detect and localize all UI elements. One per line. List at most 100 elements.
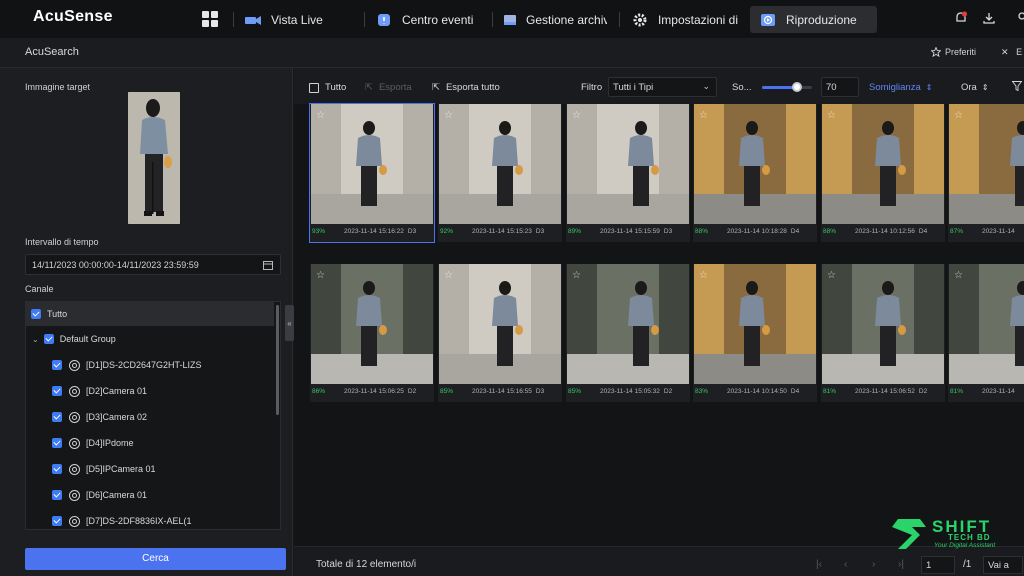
result-thumbnail[interactable]: [949, 264, 1024, 384]
channel-item[interactable]: [D7]DS-2DF8836IX-AEL(1: [26, 509, 274, 529]
checkbox[interactable]: [52, 412, 62, 422]
select-all-checkbox[interactable]: Tutto: [309, 82, 346, 93]
next-page-button[interactable]: ›: [872, 559, 875, 570]
result-card[interactable]: ☆ 83% 2023-11-14 10:14:50 D4: [693, 264, 817, 402]
similarity-percent: 81%: [823, 388, 837, 395]
prev-page-button[interactable]: ‹: [844, 559, 847, 570]
tab-centro-eventi[interactable]: Centro eventi: [375, 6, 473, 33]
result-meta: 85% 2023-11-14 15:05:32 D2: [568, 388, 690, 395]
goto-page-input[interactable]: Vai a: [983, 556, 1023, 574]
time-range-input[interactable]: 14/11/2023 00:00:00-14/11/2023 23:59:59: [25, 254, 281, 275]
result-card[interactable]: ☆ 86% 2023-11-14 15:06:25 D2: [310, 264, 434, 402]
result-thumbnail[interactable]: [567, 264, 689, 384]
funnel-filter-icon[interactable]: [1012, 81, 1022, 91]
export-button[interactable]: ⇱ Esporta: [365, 82, 412, 93]
favorite-star-icon[interactable]: ☆: [444, 110, 453, 121]
result-thumbnail[interactable]: [822, 104, 944, 224]
export-all-button[interactable]: ⇱ Esporta tutto: [432, 82, 500, 93]
first-page-button[interactable]: |‹: [816, 559, 822, 570]
sort-similarity-button[interactable]: Somiglianza ⇕: [869, 82, 932, 93]
tab-impostazioni[interactable]: Impostazioni di: [632, 6, 738, 33]
channel-item[interactable]: [D5]IPCamera 01: [26, 457, 274, 481]
chevron-down-icon[interactable]: ⌄: [32, 335, 39, 344]
result-card[interactable]: ☆ 85% 2023-11-14 15:05:32 D2: [566, 264, 690, 402]
favorite-star-icon[interactable]: ☆: [699, 110, 708, 121]
result-thumbnail[interactable]: [567, 104, 689, 224]
result-thumbnail[interactable]: [694, 264, 816, 384]
channel-item[interactable]: [D3]Camera 02: [26, 405, 274, 429]
checkbox[interactable]: [52, 516, 62, 526]
tab-label: Gestione archivi: [526, 12, 607, 27]
similarity-threshold-input[interactable]: 70: [821, 77, 859, 97]
chevron-down-icon: ⌄: [702, 81, 710, 91]
result-thumbnail[interactable]: [439, 264, 561, 384]
result-card[interactable]: ☆ 92% 2023-11-14 15:15:23 D3: [438, 104, 562, 242]
user-icon[interactable]: [1014, 10, 1024, 26]
channel-item[interactable]: [D2]Camera 01: [26, 379, 274, 403]
result-thumbnail[interactable]: [439, 104, 561, 224]
result-channel: D4: [918, 228, 928, 235]
result-card[interactable]: ☆ 89% 2023-11-14 15:15:59 D3: [566, 104, 690, 242]
filter-select[interactable]: Tutti i Tipi ⌄: [608, 77, 717, 97]
results-grid: ☆ 93% 2023-11-14 15:16:22 D3 ☆ 92% 2023-11-14 …: [294, 103, 1024, 546]
result-card[interactable]: ☆ 87% 2023-11-14: [948, 104, 1024, 242]
favorite-star-icon[interactable]: ☆: [316, 270, 325, 281]
slider-handle[interactable]: [792, 82, 802, 92]
app-grid-icon[interactable]: [202, 11, 218, 27]
notification-bell-icon[interactable]: [953, 10, 969, 26]
favorite-star-icon[interactable]: ☆: [954, 110, 963, 121]
tab-vista-live[interactable]: Vista Live: [244, 6, 323, 33]
favorite-star-icon[interactable]: ☆: [827, 110, 836, 121]
checkbox[interactable]: [52, 464, 62, 474]
ip-camera-icon: [69, 437, 80, 449]
favorite-star-icon[interactable]: ☆: [316, 110, 325, 121]
sort-time-button[interactable]: Ora ⇕: [961, 82, 989, 93]
favorite-star-icon[interactable]: ☆: [954, 270, 963, 281]
result-meta: 89% 2023-11-14 15:15:59 D3: [568, 228, 690, 235]
checkbox[interactable]: [52, 438, 62, 448]
favorites-button[interactable]: Preferiti: [931, 47, 976, 57]
last-page-button[interactable]: ›|: [898, 559, 904, 570]
favorite-star-icon[interactable]: ☆: [699, 270, 708, 281]
channel-item[interactable]: [D1]DS-2CD2647G2HT-LIZS: [26, 353, 274, 377]
result-thumbnail[interactable]: [822, 264, 944, 384]
channel-group-default[interactable]: ⌄ Default Group: [26, 327, 274, 351]
result-timestamp: 2023-11-14 15:06:52: [855, 388, 915, 395]
download-icon[interactable]: [981, 10, 997, 26]
result-thumbnail[interactable]: [694, 104, 816, 224]
collapse-panel-button[interactable]: «: [285, 305, 294, 341]
result-meta: 88% 2023-11-14 10:12:56 D4: [823, 228, 945, 235]
checkbox[interactable]: [52, 360, 62, 370]
exit-button[interactable]: ✕ E: [1001, 47, 1022, 58]
result-card[interactable]: ☆ 93% 2023-11-14 15:16:22 D3: [309, 103, 435, 243]
result-card[interactable]: ☆ 81% 2023-11-14 15:06:52 D2: [821, 264, 945, 402]
result-channel: D2: [407, 388, 417, 395]
similarity-slider[interactable]: [762, 82, 812, 92]
favorite-star-icon[interactable]: ☆: [444, 270, 453, 281]
channel-scrollbar[interactable]: [276, 305, 279, 415]
tab-gestione-archivi[interactable]: Gestione archivi: [503, 6, 607, 33]
channel-item[interactable]: [D6]Camera 01: [26, 483, 274, 507]
result-timestamp: 2023-11-14 15:15:59: [600, 228, 660, 235]
tab-riproduzione[interactable]: Riproduzione: [750, 6, 877, 33]
checkbox[interactable]: [31, 309, 41, 319]
result-thumbnail[interactable]: [311, 104, 433, 224]
result-card[interactable]: ☆ 88% 2023-11-14 10:18:28 D4: [693, 104, 817, 242]
favorite-star-icon[interactable]: ☆: [572, 110, 581, 121]
result-thumbnail[interactable]: [949, 104, 1024, 224]
result-card[interactable]: ☆ 88% 2023-11-14 10:12:56 D4: [821, 104, 945, 242]
checkbox[interactable]: [52, 386, 62, 396]
favorite-star-icon[interactable]: ☆: [572, 270, 581, 281]
checkbox[interactable]: [43, 334, 54, 344]
checkbox[interactable]: [52, 490, 62, 500]
channel-item-all[interactable]: Tutto: [26, 302, 274, 326]
result-card[interactable]: ☆ 85% 2023-11-14 15:16:55 D3: [438, 264, 562, 402]
search-button[interactable]: Cerca: [25, 548, 286, 570]
calendar-icon[interactable]: [263, 260, 273, 272]
sub-header: AcuSearch Preferiti ✕ E: [0, 38, 1024, 68]
result-card[interactable]: ☆ 81% 2023-11-14: [948, 264, 1024, 402]
favorite-star-icon[interactable]: ☆: [827, 270, 836, 281]
channel-item[interactable]: [D4]IPdome: [26, 431, 274, 455]
page-input[interactable]: 1: [921, 556, 955, 574]
result-thumbnail[interactable]: [311, 264, 433, 384]
